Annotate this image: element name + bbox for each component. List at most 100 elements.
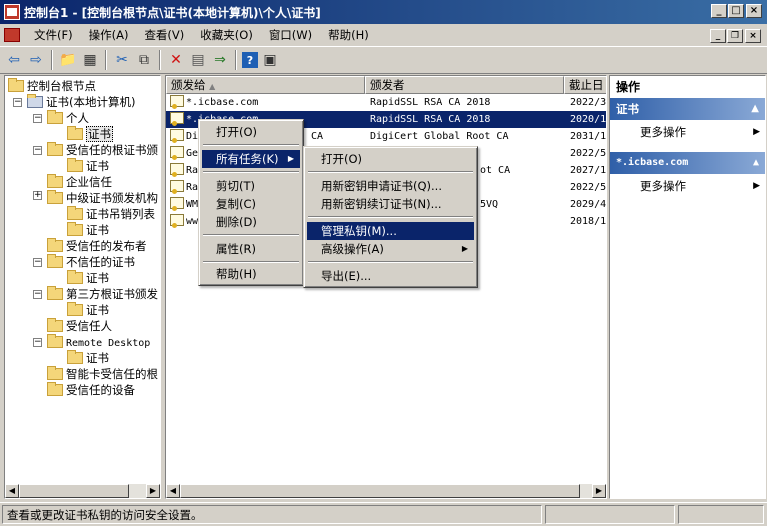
tree-item-intermediate-ca[interactable]: 中级证书颁发机构: [47, 190, 158, 206]
column-header-expiration[interactable]: 截止日: [564, 76, 606, 94]
certificate-icon: [170, 180, 184, 194]
scroll-left-icon[interactable]: ◀: [5, 484, 19, 498]
menu-favorites[interactable]: 收藏夹(O): [192, 25, 261, 45]
tree-item-personal[interactable]: 个人: [47, 110, 89, 126]
show-tree-icon[interactable]: ▦: [80, 50, 100, 70]
document-icon[interactable]: [4, 28, 20, 42]
collapse-icon[interactable]: −: [33, 258, 42, 267]
tree-item-trusted-root[interactable]: 受信任的根证书颁: [47, 142, 158, 158]
export-icon[interactable]: ⇒: [210, 50, 230, 70]
tree-item-personal-certs[interactable]: 证书: [67, 126, 113, 142]
collapse-icon[interactable]: −: [33, 290, 42, 299]
status-bar: 查看或更改证书私钥的访问安全设置。: [0, 502, 767, 526]
up-folder-icon[interactable]: 📁: [58, 50, 78, 70]
child-close-button[interactable]: ×: [745, 29, 761, 43]
back-icon[interactable]: ⇦: [4, 50, 24, 70]
list-hscrollbar[interactable]: ◀ ▶: [166, 484, 606, 498]
ctx-all-tasks[interactable]: 所有任务(K) ▶: [202, 150, 300, 168]
menu-separator: [308, 216, 473, 218]
certificate-icon: [170, 163, 184, 177]
menu-window[interactable]: 窗口(W): [261, 25, 320, 45]
tree-item-crl[interactable]: 证书吊销列表: [67, 206, 155, 222]
tree-item-enterprise-trust[interactable]: 企业信任: [47, 174, 112, 190]
tree-item-untrusted-certs[interactable]: 证书: [67, 270, 109, 286]
sub-request-new-key[interactable]: 用新密钥申请证书(Q)...: [307, 177, 474, 195]
menu-action[interactable]: 操作(A): [81, 25, 137, 45]
tree-item-third-party-root[interactable]: 第三方根证书颁发: [47, 286, 158, 302]
sub-export[interactable]: 导出(E)...: [307, 267, 474, 285]
cut-icon[interactable]: ✂: [112, 50, 132, 70]
ctx-copy[interactable]: 复制(C): [202, 195, 300, 213]
all-tasks-submenu: 打开(O) 用新密钥申请证书(Q)... 用新密钥续订证书(N)... 管理私钥…: [303, 146, 478, 288]
menu-view[interactable]: 查看(V): [136, 25, 192, 45]
minimize-button[interactable]: _: [711, 4, 727, 18]
maximize-button[interactable]: □: [728, 4, 744, 18]
collapse-up-icon[interactable]: ▲: [751, 98, 759, 120]
ctx-delete[interactable]: 删除(D): [202, 213, 300, 231]
tree-item-certificates-local[interactable]: 证书(本地计算机): [27, 94, 135, 110]
tree-hscrollbar[interactable]: ◀ ▶: [5, 484, 160, 498]
sub-advanced-operations[interactable]: 高级操作(A) ▶: [307, 240, 474, 258]
ctx-cut[interactable]: 剪切(T): [202, 177, 300, 195]
folder-icon: [47, 110, 63, 124]
tree-item-remote-desktop-certs[interactable]: 证书: [67, 350, 109, 366]
close-button[interactable]: ×: [746, 4, 762, 18]
scroll-right-icon[interactable]: ▶: [146, 484, 160, 498]
console-tree[interactable]: 控制台根节点 − 证书(本地计算机) + − 个人 证书 − 受信任的根证书颁 …: [4, 75, 161, 499]
properties-icon[interactable]: ▤: [188, 50, 208, 70]
table-row[interactable]: *.icbase.com RapidSSL RSA CA 2018 2022/3: [166, 94, 606, 111]
menu-file[interactable]: 文件(F): [26, 25, 81, 45]
tree-item-untrusted[interactable]: 不信任的证书: [47, 254, 135, 270]
tree-item-trusted-root-certs[interactable]: 证书: [67, 158, 109, 174]
folder-icon: [67, 126, 83, 140]
tree-item-third-party-certs[interactable]: 证书: [67, 302, 109, 318]
scroll-thumb[interactable]: [180, 484, 580, 498]
scroll-left-icon[interactable]: ◀: [166, 484, 180, 498]
ctx-open[interactable]: 打开(O): [202, 123, 300, 141]
more-actions-item[interactable]: 更多操作 ▶: [640, 123, 760, 141]
tree-item-trusted-people[interactable]: 受信任人: [47, 318, 112, 334]
delete-icon[interactable]: ✕: [166, 50, 186, 70]
sub-renew-new-key[interactable]: 用新密钥续订证书(N)...: [307, 195, 474, 213]
child-minimize-button[interactable]: _: [710, 29, 726, 43]
menu-separator: [203, 144, 299, 146]
actions-section-selected-cert[interactable]: *.icbase.com ▲: [610, 152, 765, 174]
collapse-icon[interactable]: −: [33, 338, 42, 347]
sub-manage-private-keys[interactable]: 管理私钥(M)...: [307, 222, 474, 240]
ctx-help[interactable]: 帮助(H): [202, 265, 300, 283]
folder-icon: [67, 270, 83, 284]
scroll-thumb[interactable]: [19, 484, 129, 498]
sub-open[interactable]: 打开(O): [307, 150, 474, 168]
menu-help[interactable]: 帮助(H): [320, 25, 377, 45]
folder-icon: [47, 366, 63, 380]
actions-title: 操作: [616, 80, 641, 94]
scroll-right-icon[interactable]: ▶: [592, 484, 606, 498]
ctx-properties[interactable]: 属性(R): [202, 240, 300, 258]
mmc-app-icon[interactable]: [4, 4, 20, 20]
tree-root[interactable]: 控制台根节点: [8, 78, 96, 94]
column-header-issued-to[interactable]: 颁发给 ▲: [166, 76, 365, 94]
console-icon[interactable]: ▣: [260, 50, 280, 70]
tree-item-trusted-publishers[interactable]: 受信任的发布者: [47, 238, 147, 254]
tree-item-remote-desktop[interactable]: Remote Desktop: [47, 334, 150, 350]
toolbar-separator: [235, 50, 237, 70]
copy-icon[interactable]: ⧉: [134, 50, 154, 70]
more-actions-item[interactable]: 更多操作 ▶: [640, 177, 760, 195]
tree-item-intermediate-certs[interactable]: 证书: [67, 222, 109, 238]
tree-item-smartcard-root[interactable]: 智能卡受信任的根: [47, 366, 158, 382]
help-icon[interactable]: ?: [242, 52, 258, 68]
collapse-icon[interactable]: −: [33, 114, 42, 123]
submenu-arrow-icon: ▶: [461, 244, 468, 253]
collapse-icon[interactable]: −: [33, 146, 42, 155]
folder-icon: [8, 78, 24, 92]
forward-icon[interactable]: ⇨: [26, 50, 46, 70]
collapse-icon[interactable]: −: [13, 98, 22, 107]
collapse-up-icon[interactable]: ▲: [753, 152, 759, 174]
actions-section-certificates[interactable]: 证书 ▲: [610, 98, 765, 120]
expand-icon[interactable]: +: [33, 191, 42, 200]
submenu-arrow-icon: ▶: [287, 154, 294, 163]
menu-separator: [203, 234, 299, 236]
tree-item-trusted-devices[interactable]: 受信任的设备: [47, 382, 135, 398]
child-restore-button[interactable]: ❐: [727, 29, 743, 43]
column-header-issuer[interactable]: 颁发者: [365, 76, 564, 94]
